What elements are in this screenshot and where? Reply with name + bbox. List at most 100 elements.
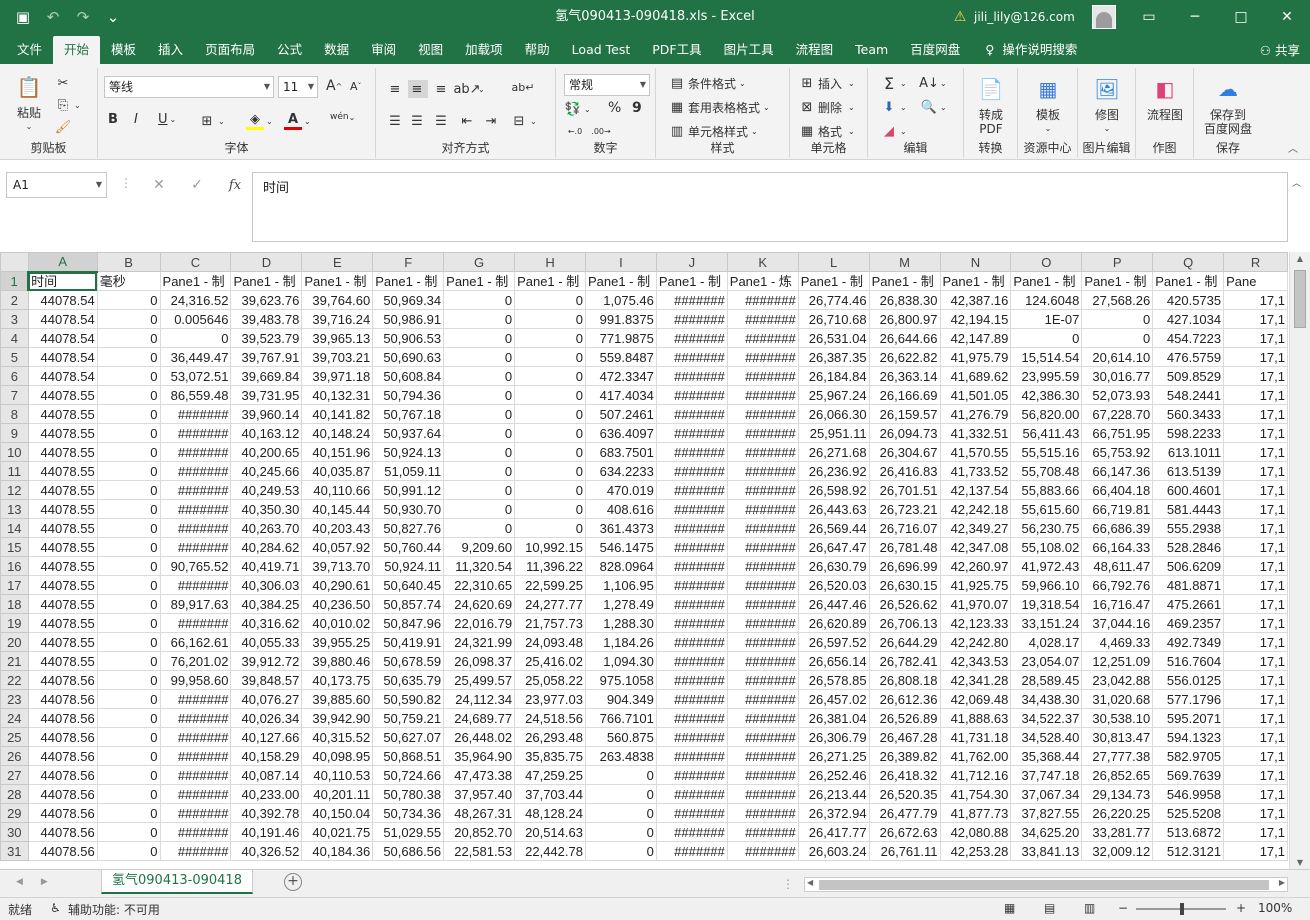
tab-addins[interactable]: 加载项 bbox=[454, 36, 514, 64]
cell[interactable]: 40,173.75 bbox=[301, 670, 374, 690]
row-header[interactable]: 14 bbox=[0, 518, 29, 538]
cell[interactable]: 26,166.69 bbox=[868, 385, 941, 405]
cell[interactable]: Pane1 - 制 bbox=[372, 271, 445, 291]
cell[interactable]: 0 bbox=[96, 537, 161, 557]
sheet-nav-arrows[interactable]: ◀▶ bbox=[16, 877, 66, 887]
cell[interactable]: 40,098.95 bbox=[301, 746, 374, 766]
find-select-button[interactable]: 🔍 ⌄ bbox=[920, 98, 947, 116]
cell[interactable]: 44078.54 bbox=[27, 290, 98, 310]
cell[interactable]: 26,417.77 bbox=[797, 822, 870, 842]
cell[interactable]: 26,457.02 bbox=[797, 689, 870, 709]
cell[interactable]: 40,315.52 bbox=[301, 727, 374, 747]
accounting-format-button[interactable]: 💱 ⌄ bbox=[564, 100, 591, 118]
cell[interactable]: 41,762.00 bbox=[939, 746, 1012, 766]
cell[interactable]: 0 bbox=[514, 366, 586, 386]
formula-input[interactable]: 时间 bbox=[252, 172, 1288, 242]
cell[interactable]: 23,054.07 bbox=[1010, 651, 1083, 671]
row-header[interactable]: 4 bbox=[0, 328, 29, 348]
cell[interactable]: 44078.55 bbox=[27, 480, 98, 500]
cell[interactable]: 50,930.70 bbox=[372, 499, 445, 519]
cell[interactable]: 44078.56 bbox=[27, 784, 98, 804]
cell[interactable]: 48,611.47 bbox=[1081, 556, 1154, 576]
cell[interactable]: 55,883.66 bbox=[1010, 480, 1083, 500]
cell[interactable]: ####### bbox=[726, 480, 799, 500]
cell[interactable]: Pane1 - 制 bbox=[301, 271, 374, 291]
cell[interactable]: 26,387.35 bbox=[797, 347, 870, 367]
cell[interactable]: 0 bbox=[96, 404, 161, 424]
cell[interactable]: 40,203.43 bbox=[301, 518, 374, 538]
cell[interactable]: 17,1 bbox=[1223, 556, 1288, 576]
cell[interactable]: 39,971.18 bbox=[301, 366, 374, 386]
cell[interactable]: 26,622.82 bbox=[868, 347, 941, 367]
cell[interactable]: 42,341.28 bbox=[939, 670, 1012, 690]
cell[interactable]: 0 bbox=[96, 461, 161, 481]
tab-help[interactable]: 帮助 bbox=[514, 36, 561, 64]
cell[interactable]: 34,438.30 bbox=[1010, 689, 1083, 709]
cell[interactable]: 0 bbox=[514, 347, 586, 367]
cell[interactable]: 417.4034 bbox=[584, 385, 657, 405]
column-header[interactable]: L bbox=[797, 252, 870, 272]
cell[interactable]: ####### bbox=[655, 309, 728, 329]
cell[interactable]: 39,965.13 bbox=[301, 328, 374, 348]
cell[interactable]: 59,966.10 bbox=[1010, 575, 1083, 595]
cell[interactable]: ####### bbox=[159, 537, 232, 557]
cell[interactable]: 26,372.94 bbox=[797, 803, 870, 823]
cell[interactable]: 48,267.31 bbox=[443, 803, 516, 823]
row-header[interactable]: 17 bbox=[0, 575, 29, 595]
cell[interactable]: 492.7349 bbox=[1152, 632, 1225, 652]
cell[interactable]: Pane1 - 制 bbox=[230, 271, 303, 291]
cell[interactable]: 17,1 bbox=[1223, 594, 1288, 614]
cell[interactable]: 17,1 bbox=[1223, 575, 1288, 595]
tab-picture-tools[interactable]: 图片工具 bbox=[713, 36, 785, 64]
tab-insert[interactable]: 插入 bbox=[147, 36, 194, 64]
user-name[interactable]: jili_lily@126.com bbox=[974, 10, 1092, 24]
cell[interactable]: 50,724.66 bbox=[372, 765, 445, 785]
cell[interactable]: ####### bbox=[159, 499, 232, 519]
row-header[interactable]: 11 bbox=[0, 461, 29, 481]
cell[interactable]: 42,194.15 bbox=[939, 309, 1012, 329]
row-header[interactable]: 13 bbox=[0, 499, 29, 519]
zoom-slider-knob[interactable] bbox=[1180, 903, 1184, 915]
cell[interactable]: 26,620.89 bbox=[797, 613, 870, 633]
cell[interactable]: Pane1 - 制 bbox=[797, 271, 870, 291]
cell[interactable]: 66,751.95 bbox=[1081, 423, 1154, 443]
cell[interactable]: 39,848.57 bbox=[230, 670, 303, 690]
increase-decimal-button[interactable]: ←.0 bbox=[566, 122, 586, 140]
tab-home[interactable]: 开始 bbox=[53, 36, 101, 64]
cell[interactable]: 66,404.18 bbox=[1081, 480, 1154, 500]
cell[interactable]: 39,713.70 bbox=[301, 556, 374, 576]
zoom-in-icon[interactable]: + bbox=[1236, 901, 1246, 915]
cell[interactable]: Pane bbox=[1223, 271, 1288, 291]
cell[interactable]: 17,1 bbox=[1223, 651, 1288, 671]
cell[interactable]: 559.8487 bbox=[584, 347, 657, 367]
row-header[interactable]: 30 bbox=[0, 822, 29, 842]
cell[interactable]: ####### bbox=[726, 309, 799, 329]
cell[interactable]: 41,712.16 bbox=[939, 765, 1012, 785]
cell[interactable]: ####### bbox=[655, 461, 728, 481]
cell[interactable]: 42,242.18 bbox=[939, 499, 1012, 519]
cell[interactable]: 50,986.91 bbox=[372, 309, 445, 329]
cell[interactable]: 37,703.44 bbox=[514, 784, 586, 804]
cell[interactable]: 41,731.18 bbox=[939, 727, 1012, 747]
cell[interactable]: 50,794.36 bbox=[372, 385, 445, 405]
cell[interactable]: 52,073.93 bbox=[1081, 385, 1154, 405]
cell[interactable]: 0 bbox=[96, 822, 161, 842]
cell[interactable]: ####### bbox=[655, 765, 728, 785]
cell[interactable]: 528.2846 bbox=[1152, 537, 1225, 557]
cell[interactable]: 0 bbox=[514, 423, 586, 443]
cell[interactable]: 39,669.84 bbox=[230, 366, 303, 386]
cell[interactable]: 26,774.46 bbox=[797, 290, 870, 310]
sort-filter-button[interactable]: A↓ ⌄ bbox=[919, 74, 947, 92]
cell[interactable]: 44078.56 bbox=[27, 689, 98, 709]
cell[interactable]: 50,734.36 bbox=[372, 803, 445, 823]
cell[interactable]: ####### bbox=[726, 651, 799, 671]
zoom-out-icon[interactable]: − bbox=[1118, 901, 1128, 915]
cell[interactable]: Pane1 - 制 bbox=[868, 271, 941, 291]
ribbon-display-icon[interactable]: ▭ bbox=[1126, 0, 1172, 34]
cell[interactable]: 25,416.02 bbox=[514, 651, 586, 671]
cell[interactable]: ####### bbox=[159, 727, 232, 747]
cell[interactable]: 17,1 bbox=[1223, 347, 1288, 367]
flowchart-button[interactable]: ◧ 流程图 bbox=[1142, 74, 1188, 122]
tab-split-grip[interactable]: ⋮ bbox=[782, 877, 794, 891]
cell[interactable]: ####### bbox=[655, 518, 728, 538]
